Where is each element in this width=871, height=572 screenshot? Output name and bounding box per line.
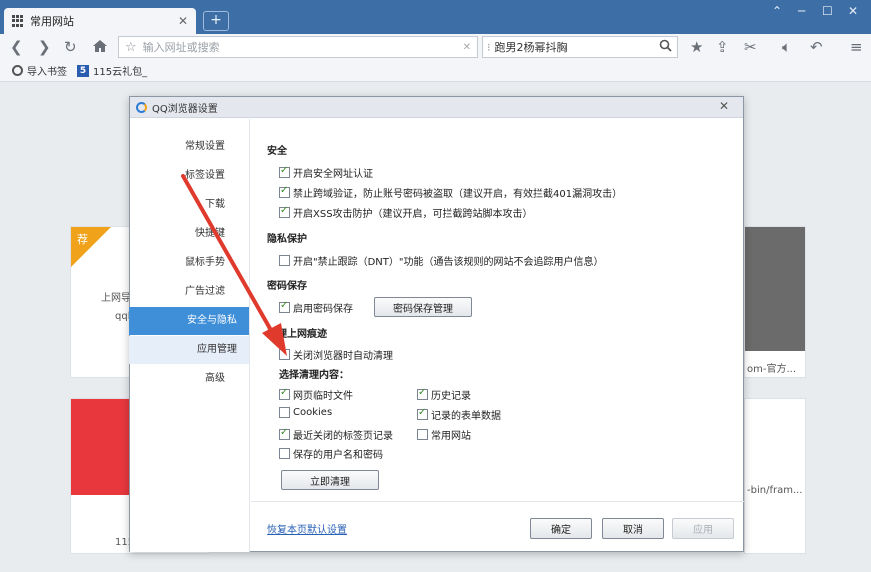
clear-icon[interactable]: ✕ bbox=[463, 42, 477, 53]
option-dnt[interactable]: 开启"禁止跟踪（DNT）"功能（通告该规则的网站不会追踪用户信息） bbox=[279, 253, 604, 268]
home-icon[interactable] bbox=[92, 38, 108, 56]
settings-panel: 安全 开启安全网址认证 禁止跨域验证，防止账号密码被盗取（建议开启，有效拦截40… bbox=[251, 119, 744, 552]
option-cookies[interactable]: Cookies bbox=[279, 407, 332, 418]
back-icon[interactable]: ❮ bbox=[10, 38, 23, 56]
card-thumbnail bbox=[745, 227, 805, 351]
apply-button[interactable]: 应用 bbox=[672, 518, 734, 539]
option-auto-clear[interactable]: 关闭浏览器时自动清理 bbox=[279, 347, 393, 362]
checkbox-checked[interactable] bbox=[279, 165, 290, 178]
option-save-password[interactable]: 启用密码保存 bbox=[279, 300, 353, 315]
bookmarks-bar: 导入书签 5 115云礼包_ bbox=[0, 60, 871, 82]
grid-icon bbox=[12, 15, 24, 27]
search-engine-icon[interactable]: ⁝ bbox=[483, 41, 495, 54]
site-card[interactable]: -bin/fram... bbox=[744, 398, 806, 554]
site-card[interactable]: om-官方... bbox=[744, 226, 806, 378]
card-text: om-官方... bbox=[747, 364, 797, 375]
address-bar[interactable]: ☆ 输入网址或搜索 ✕ bbox=[118, 36, 478, 58]
option-form-data[interactable]: 记录的表单数据 bbox=[417, 407, 501, 422]
section-heading-security: 安全 bbox=[267, 146, 287, 157]
option-saved-credentials[interactable]: 保存的用户名和密码 bbox=[279, 446, 383, 461]
nav-ad-filter[interactable]: 广告过滤 bbox=[117, 278, 237, 306]
option-frequent-sites[interactable]: 常用网站 bbox=[417, 427, 471, 442]
option-cross-domain[interactable]: 禁止跨域验证，防止账号密码被盗取（建议开启，有效拦截401漏洞攻击） bbox=[279, 185, 622, 200]
option-safe-url[interactable]: 开启安全网址认证 bbox=[279, 165, 373, 180]
close-window-button[interactable]: ✕ bbox=[848, 4, 858, 18]
nav-app-management[interactable]: 应用管理 bbox=[129, 336, 249, 364]
tab-title: 常用网站 bbox=[30, 15, 74, 28]
bookmark-label: 导入书签 bbox=[27, 67, 67, 78]
checkbox-checked[interactable] bbox=[279, 185, 290, 198]
checkbox-unchecked[interactable] bbox=[279, 349, 290, 360]
checkbox-checked[interactable] bbox=[417, 407, 428, 420]
search-value: 跑男2杨幂抖胸 bbox=[494, 41, 568, 54]
qq-browser-logo-icon bbox=[136, 101, 147, 113]
cancel-button[interactable]: 取消 bbox=[602, 518, 664, 539]
ok-button[interactable]: 确定 bbox=[530, 518, 592, 539]
option-history[interactable]: 历史记录 bbox=[417, 387, 471, 402]
nav-shortcuts[interactable]: 快捷键 bbox=[117, 220, 237, 248]
ribbon-text: 荐 bbox=[77, 233, 88, 246]
toolbar: ❮ ❯ ↻ ☆ 输入网址或搜索 ✕ ⁝ 跑男2杨幂抖胸 ★ ⇪ ✂ 🔈︎ ↶ ≡ bbox=[0, 34, 871, 60]
checkbox-checked[interactable] bbox=[279, 387, 290, 400]
maximize-button[interactable]: ☐ bbox=[822, 4, 833, 18]
section-heading-password: 密码保存 bbox=[267, 281, 307, 292]
settings-dialog: QQ浏览器设置 ✕ 常规设置 标签设置 下载 快捷键 鼠标手势 广告过滤 安全与… bbox=[129, 96, 744, 552]
clear-now-button[interactable]: 立即清理 bbox=[281, 470, 379, 490]
tab-strip: 常用网站 ✕ + ⌃ ─ ☐ ✕ bbox=[0, 0, 871, 34]
bookmark-label: 115云礼包_ bbox=[93, 67, 148, 78]
checkbox-unchecked[interactable] bbox=[279, 407, 290, 418]
nav-tabs[interactable]: 标签设置 bbox=[117, 162, 237, 190]
undo-icon[interactable]: ↶ bbox=[810, 38, 823, 56]
search-icon[interactable] bbox=[659, 39, 677, 55]
address-placeholder: 输入网址或搜索 bbox=[142, 41, 220, 54]
checkbox-checked[interactable] bbox=[279, 205, 290, 218]
scissors-icon[interactable]: ✂ bbox=[744, 38, 757, 56]
settings-nav: 常规设置 标签设置 下载 快捷键 鼠标手势 广告过滤 安全与隐私 应用管理 高级 bbox=[129, 119, 250, 552]
checkbox-checked[interactable] bbox=[279, 427, 290, 440]
new-tab-button[interactable]: + bbox=[203, 11, 229, 31]
skin-icon[interactable]: ⌃ bbox=[772, 4, 782, 18]
section-heading-privacy: 隐私保护 bbox=[267, 234, 307, 245]
dialog-title: QQ浏览器设置 bbox=[152, 103, 218, 115]
footer-divider bbox=[251, 501, 744, 502]
share-icon[interactable]: ⇪ bbox=[716, 38, 729, 56]
option-closed-tabs[interactable]: 最近关闭的标签页记录 bbox=[279, 427, 393, 442]
search-input[interactable]: ⁝ 跑男2杨幂抖胸 bbox=[482, 36, 678, 58]
close-icon[interactable]: ✕ bbox=[719, 99, 729, 113]
clear-content-heading: 选择清理内容： bbox=[279, 370, 349, 381]
nav-general[interactable]: 常规设置 bbox=[117, 133, 237, 161]
checkbox-unchecked[interactable] bbox=[279, 448, 290, 459]
star-icon[interactable]: ☆ bbox=[119, 40, 143, 55]
checkbox-unchecked[interactable] bbox=[417, 429, 428, 440]
password-manage-button[interactable]: 密码保存管理 bbox=[374, 297, 472, 317]
dialog-titlebar: QQ浏览器设置 ✕ bbox=[130, 97, 743, 118]
option-temp-files[interactable]: 网页临时文件 bbox=[279, 387, 353, 402]
card-text: -bin/fram... bbox=[747, 485, 803, 496]
favorites-star-icon[interactable]: ★ bbox=[690, 38, 703, 56]
nav-security-privacy[interactable]: 安全与隐私 bbox=[129, 307, 249, 335]
nav-advanced[interactable]: 高级 bbox=[117, 365, 237, 393]
checkbox-unchecked[interactable] bbox=[279, 255, 290, 266]
import-icon bbox=[12, 65, 23, 76]
option-xss[interactable]: 开启XSS攻击防护（建议开启，可拦截跨站脚本攻击） bbox=[279, 205, 533, 220]
checkbox-checked[interactable] bbox=[417, 387, 428, 400]
bookmark-115[interactable]: 5 115云礼包_ bbox=[77, 63, 147, 78]
checkbox-checked[interactable] bbox=[279, 300, 290, 313]
menu-icon[interactable]: ≡ bbox=[850, 38, 863, 56]
sound-icon[interactable]: 🔈︎ bbox=[782, 38, 791, 56]
nav-mouse-gestures[interactable]: 鼠标手势 bbox=[117, 249, 237, 277]
minimize-button[interactable]: ─ bbox=[798, 4, 805, 18]
site-115-icon: 5 bbox=[77, 64, 89, 77]
nav-download[interactable]: 下载 bbox=[117, 191, 237, 219]
forward-icon[interactable]: ❯ bbox=[38, 38, 51, 56]
tab-common-sites[interactable]: 常用网站 ✕ bbox=[4, 8, 196, 34]
bookmark-import[interactable]: 导入书签 bbox=[12, 63, 67, 78]
close-icon[interactable]: ✕ bbox=[178, 14, 188, 28]
refresh-icon[interactable]: ↻ bbox=[64, 38, 77, 56]
restore-defaults-link[interactable]: 恢复本页默认设置 bbox=[267, 521, 347, 536]
section-heading-clear: 清理上网痕迹 bbox=[267, 329, 327, 340]
